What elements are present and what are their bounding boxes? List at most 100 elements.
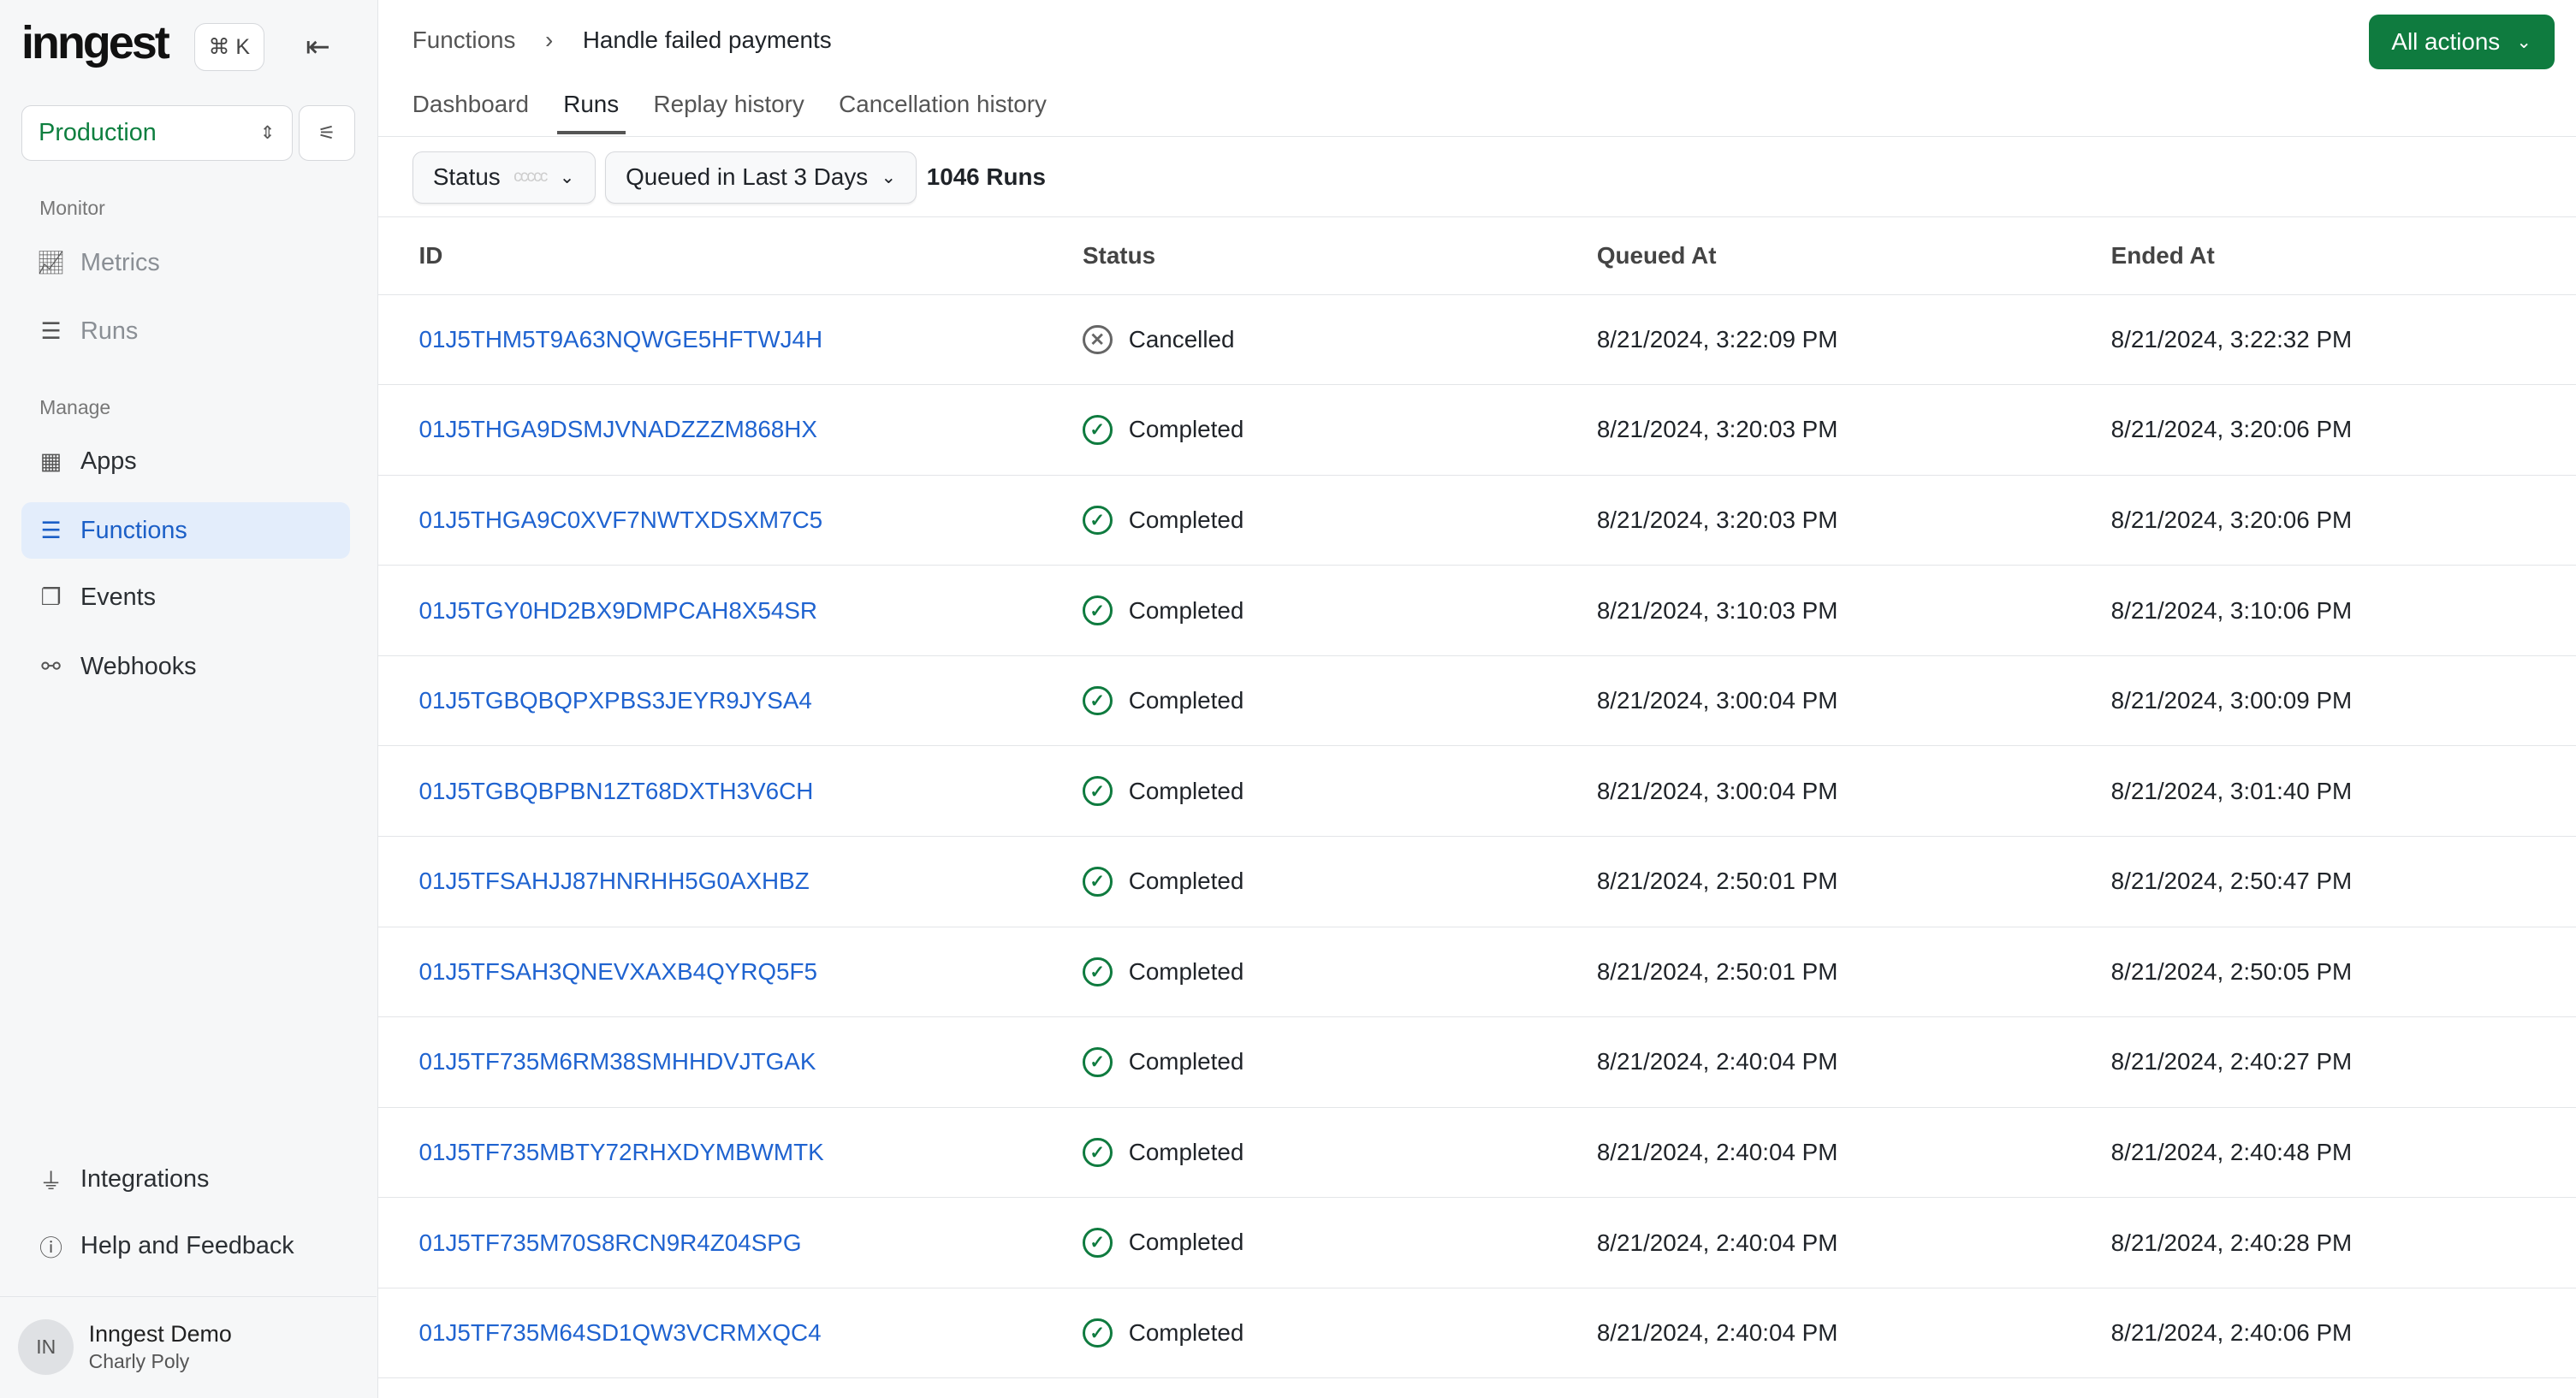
ended-at: 8/21/2024, 2:40:48 PM xyxy=(2110,1138,2353,1165)
run-id-link[interactable]: 01J5TF735M64SD1QW3VCRMXQC4 xyxy=(418,1319,821,1346)
ended-at: 8/21/2024, 3:01:40 PM xyxy=(2110,777,2353,804)
run-id-link[interactable]: 01J5TGBQBPBN1ZT68DXTH3V6CH xyxy=(418,778,813,804)
check-circle-icon: ✓ xyxy=(1083,685,1113,716)
table-row[interactable]: 01J5TFSAHJJ87HNRHH5G0AXHBZ ✓ Completed 8/… xyxy=(377,837,2576,927)
run-id-link[interactable]: 01J5THM5T9A63NQWGE5HFTWJ4H xyxy=(418,326,822,352)
status-text: Completed xyxy=(1128,506,1244,533)
section-manage: Manage xyxy=(39,395,111,418)
tabs: Dashboard Runs Replay history Cancellati… xyxy=(413,91,1047,134)
check-circle-icon: ✓ xyxy=(1083,1137,1113,1168)
table-row[interactable]: 01J5THGA9DSMJVNADZZZM868HX ✓ Completed 8/… xyxy=(377,385,2576,476)
table-row[interactable]: 01J5THGA9C0XVF7NWTXDSXM7C5 ✓ Completed 8/… xyxy=(377,476,2576,566)
avatar: IN xyxy=(18,1318,74,1376)
check-circle-icon: ✓ xyxy=(1083,866,1113,897)
chevron-down-icon: ⌄ xyxy=(881,168,897,188)
table-row[interactable]: 01J5TFSAH3QNEVXAXB4QYRQ5F5 ✓ Completed 8/… xyxy=(377,927,2576,1018)
table-row[interactable]: 01J5TF735M70S8RCN9R4Z04SPG ✓ Completed 8/… xyxy=(377,1198,2576,1288)
chart-icon: 📈︎ xyxy=(36,250,66,276)
cancelled-icon: ✕ xyxy=(1083,324,1113,355)
inngest-logo[interactable]: inngest xyxy=(21,16,170,69)
environment-select[interactable]: Production ⇕ xyxy=(21,104,293,162)
breadcrumb: Functions › Handle failed payments xyxy=(413,27,832,54)
run-id-link[interactable]: 01J5TF735MBTY72RHXDYMBWMTK xyxy=(418,1139,823,1165)
run-id-link[interactable]: 01J5TGY0HD2BX9DMPCAH8X54SR xyxy=(418,597,817,624)
status-filter[interactable]: Status ccccc ⌄ xyxy=(412,151,596,204)
sidebar-item-label: Runs xyxy=(80,317,139,346)
queued-at: 8/21/2024, 3:00:04 PM xyxy=(1596,687,1838,714)
tab-dashboard[interactable]: Dashboard xyxy=(413,91,529,134)
queued-at: 8/21/2024, 3:22:09 PM xyxy=(1596,325,1838,352)
tab-replay-history[interactable]: Replay history xyxy=(654,91,804,134)
status-text: Completed xyxy=(1128,777,1244,804)
check-circle-icon: ✓ xyxy=(1083,1318,1113,1348)
table-row[interactable]: 01J5TF735M6RM38SMHHDVJTGAK ✓ Completed 8/… xyxy=(377,1017,2576,1108)
status-text: Completed xyxy=(1128,868,1244,895)
sidebar-item-label: Apps xyxy=(80,447,137,475)
ended-at: 8/21/2024, 3:20:06 PM xyxy=(2110,506,2353,533)
filter-bar: Status ccccc ⌄ Queued in Last 3 Days ⌄ 1046… xyxy=(412,151,1046,204)
table-row[interactable]: 01J5TF735MBTY72RHXDYMBWMTK ✓ Completed 8/… xyxy=(377,1108,2576,1199)
check-circle-icon: ✓ xyxy=(1083,1228,1113,1258)
all-actions-label: All actions xyxy=(2391,27,2501,55)
sidebar-item-metrics[interactable]: 📈︎ Metrics xyxy=(21,235,350,291)
main-content: Functions › Handle failed payments All a… xyxy=(377,0,2576,1398)
webhook-icon: ⚯ xyxy=(41,653,61,679)
run-id-link[interactable]: 01J5TF735M6RM38SMHHDVJTGAK xyxy=(418,1048,816,1075)
status-text: Cancelled xyxy=(1128,325,1235,352)
list-icon: ☰ xyxy=(40,318,62,345)
sidebar-item-functions[interactable]: ☰ Functions xyxy=(21,502,350,559)
command-palette-button[interactable]: ⌘ K xyxy=(193,22,265,71)
status-text: Completed xyxy=(1128,1229,1244,1256)
runs-table: ID Status Queued At Ended At 01J5THM5T9A… xyxy=(377,216,2576,1379)
table-row[interactable]: 01J5TGBQBPBN1ZT68DXTH3V6CH ✓ Completed 8/… xyxy=(377,746,2576,837)
sidebar-item-label: Help and Feedback xyxy=(80,1232,294,1260)
queued-at: 8/21/2024, 3:10:03 PM xyxy=(1596,596,1838,624)
queued-at: 8/21/2024, 2:50:01 PM xyxy=(1596,868,1838,895)
sidebar-item-help[interactable]: ⓘ Help and Feedback xyxy=(21,1218,350,1274)
check-circle-icon: ✓ xyxy=(1083,415,1113,445)
sidebar-item-apps[interactable]: ▦ Apps xyxy=(21,434,350,489)
run-id-link[interactable]: 01J5TFSAH3QNEVXAXB4QYRQ5F5 xyxy=(418,958,817,985)
tab-runs[interactable]: Runs xyxy=(556,91,626,134)
all-actions-button[interactable]: All actions ⌄ xyxy=(2368,15,2555,69)
ended-at: 8/21/2024, 3:22:32 PM xyxy=(2110,325,2353,352)
header-id: ID xyxy=(418,241,443,269)
sidebar-item-label: Integrations xyxy=(80,1164,210,1193)
queued-at: 8/21/2024, 3:20:03 PM xyxy=(1596,506,1838,533)
ended-at: 8/21/2024, 2:50:05 PM xyxy=(2110,957,2353,985)
time-filter[interactable]: Queued in Last 3 Days ⌄ xyxy=(605,151,917,204)
tab-cancellation-history[interactable]: Cancellation history xyxy=(839,91,1047,134)
collapse-sidebar-icon[interactable]: ⇤ xyxy=(306,30,330,64)
header-status: Status xyxy=(1083,241,1156,269)
sidebar-item-integrations[interactable]: ⏚ Integrations xyxy=(21,1152,350,1207)
queued-at: 8/21/2024, 3:20:03 PM xyxy=(1596,416,1838,443)
environment-settings-button[interactable]: ⚟ xyxy=(299,104,355,162)
queued-at: 8/21/2024, 2:40:04 PM xyxy=(1596,1319,1838,1347)
header-ended-at: Ended At xyxy=(2110,241,2215,269)
check-circle-icon: ✓ xyxy=(1083,505,1113,536)
sidebar-item-webhooks[interactable]: ⚯ Webhooks xyxy=(21,639,350,695)
table-row[interactable]: 01J5THM5T9A63NQWGE5HFTWJ4H ✕ Cancelled 8/… xyxy=(377,295,2576,386)
environment-label: Production xyxy=(39,118,157,146)
status-text: Completed xyxy=(1128,1138,1244,1165)
table-row[interactable]: 01J5TGY0HD2BX9DMPCAH8X54SR ✓ Completed 8/… xyxy=(377,566,2576,656)
status-text: Completed xyxy=(1128,1319,1244,1347)
ended-at: 8/21/2024, 3:00:09 PM xyxy=(2110,687,2353,714)
run-id-link[interactable]: 01J5THGA9DSMJVNADZZZM868HX xyxy=(418,416,816,442)
functions-icon: ☰ xyxy=(40,517,62,543)
run-id-link[interactable]: 01J5TGBQBQPXPBS3JEYR9JYSA4 xyxy=(418,687,811,714)
ended-at: 8/21/2024, 2:40:28 PM xyxy=(2110,1229,2353,1256)
run-count: 1046 Runs xyxy=(926,163,1046,191)
run-id-link[interactable]: 01J5TF735M70S8RCN9R4Z04SPG xyxy=(418,1229,801,1256)
table-row[interactable]: 01J5TGBQBQPXPBS3JEYR9JYSA4 ✓ Completed 8/… xyxy=(377,656,2576,747)
run-id-link[interactable]: 01J5THGA9C0XVF7NWTXDSXM7C5 xyxy=(418,506,822,533)
run-id-link[interactable]: 01J5TFSAHJJ87HNRHH5G0AXHBZ xyxy=(418,868,809,894)
breadcrumb-functions[interactable]: Functions xyxy=(413,27,516,54)
sliders-icon: ⚟ xyxy=(318,121,336,144)
sidebar-item-events[interactable]: ❐ Events xyxy=(21,570,350,625)
user-menu[interactable]: IN Inngest Demo Charly Poly xyxy=(0,1295,377,1398)
check-circle-icon: ✓ xyxy=(1083,776,1113,806)
table-row[interactable]: 01J5TF735M64SD1QW3VCRMXQC4 ✓ Completed 8/… xyxy=(377,1288,2576,1379)
sidebar-item-runs[interactable]: ☰ Runs xyxy=(21,304,350,359)
queued-at: 8/21/2024, 2:40:04 PM xyxy=(1596,1229,1838,1256)
